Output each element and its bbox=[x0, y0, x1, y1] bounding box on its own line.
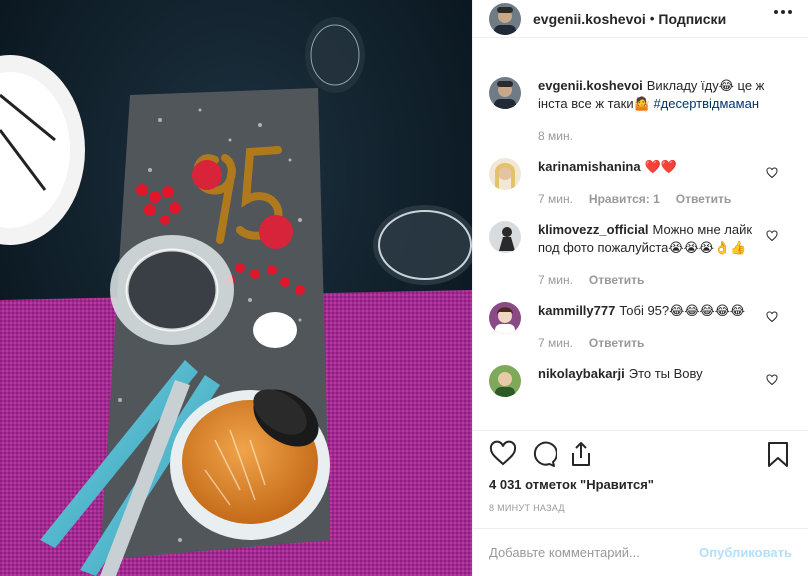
comment-input[interactable]: Добавьте комментарий... bbox=[489, 545, 699, 560]
comment-row: kammilly777 Тобі 95?😂😂😂😂😂 7 мин. Ответить bbox=[473, 302, 808, 352]
reply-button[interactable]: Ответить bbox=[589, 334, 644, 352]
caption-row: evgenii.koshevoi Викладу їду😂 це ж інста … bbox=[473, 77, 808, 145]
comment-row: karinamishanina ❤️❤️ 7 мин. Нравится: 1 О… bbox=[473, 158, 808, 208]
post-photo[interactable] bbox=[0, 0, 472, 576]
comment-row: nikolaybakarji Это ты Вову bbox=[473, 365, 808, 397]
comment-like-heart-icon[interactable] bbox=[766, 230, 778, 242]
likes-count[interactable]: 4 031 отметок "Нравится" bbox=[489, 477, 654, 492]
post-comment-button[interactable]: Опубликовать bbox=[699, 545, 792, 560]
comment-like-heart-icon[interactable] bbox=[766, 311, 778, 323]
reply-button[interactable]: Ответить bbox=[589, 271, 644, 289]
comment-like-heart-icon[interactable] bbox=[766, 374, 778, 386]
commenter-avatar[interactable] bbox=[489, 365, 521, 397]
comment-time[interactable]: 7 мин. bbox=[538, 334, 573, 352]
share-arrow-icon[interactable] bbox=[567, 440, 595, 468]
post-sidebar: evgenii.koshevoi • Подписки evgenii.kosh… bbox=[472, 0, 808, 576]
heart-outline-icon[interactable] bbox=[489, 440, 517, 468]
caption-time[interactable]: 8 мин. bbox=[538, 127, 573, 145]
commenter-username[interactable]: nikolaybakarji bbox=[538, 366, 625, 381]
caption-author-avatar[interactable] bbox=[489, 77, 521, 109]
actions-divider bbox=[473, 430, 808, 431]
comment-time[interactable]: 7 мин. bbox=[538, 190, 573, 208]
comment-text: Это ты Вову bbox=[628, 366, 703, 381]
comment-row: klimovezz_official Можно мне лайк под фот… bbox=[473, 221, 808, 289]
bookmark-icon[interactable] bbox=[764, 440, 792, 468]
commenter-username[interactable]: karinamishanina bbox=[538, 159, 641, 174]
post-header: evgenii.koshevoi • Подписки bbox=[473, 0, 808, 38]
author-username[interactable]: evgenii.koshevoi bbox=[533, 11, 646, 27]
speech-bubble-icon[interactable] bbox=[529, 440, 557, 468]
caption-username[interactable]: evgenii.koshevoi bbox=[538, 78, 643, 93]
following-button[interactable]: Подписки bbox=[658, 11, 726, 27]
dessert-photo-image bbox=[0, 0, 472, 576]
comment-text: ❤️❤️ bbox=[644, 159, 677, 174]
commenter-avatar[interactable] bbox=[489, 302, 521, 334]
post-actions bbox=[489, 440, 792, 472]
commenter-username[interactable]: klimovezz_official bbox=[538, 222, 649, 237]
posted-time[interactable]: 8 МИНУТ НАЗАД bbox=[489, 503, 565, 513]
reply-button[interactable]: Ответить bbox=[676, 190, 731, 208]
header-separator: • bbox=[649, 11, 655, 26]
comment-text: Тобі 95?😂😂😂😂😂 bbox=[619, 303, 746, 318]
add-comment-bar: Добавьте комментарий... Опубликовать bbox=[473, 528, 808, 576]
comment-likes-count[interactable]: Нравится: 1 bbox=[589, 190, 660, 208]
commenter-avatar[interactable] bbox=[489, 158, 521, 190]
comment-like-heart-icon[interactable] bbox=[766, 167, 778, 179]
caption-hashtag[interactable]: #десертвідмаман bbox=[653, 96, 759, 111]
more-options-icon[interactable] bbox=[774, 10, 792, 14]
comments-list[interactable]: evgenii.koshevoi Викладу їду😂 це ж інста … bbox=[473, 56, 808, 430]
author-avatar[interactable] bbox=[489, 2, 521, 35]
comment-time[interactable]: 7 мин. bbox=[538, 271, 573, 289]
commenter-avatar[interactable] bbox=[489, 221, 521, 253]
commenter-username[interactable]: kammilly777 bbox=[538, 303, 615, 318]
